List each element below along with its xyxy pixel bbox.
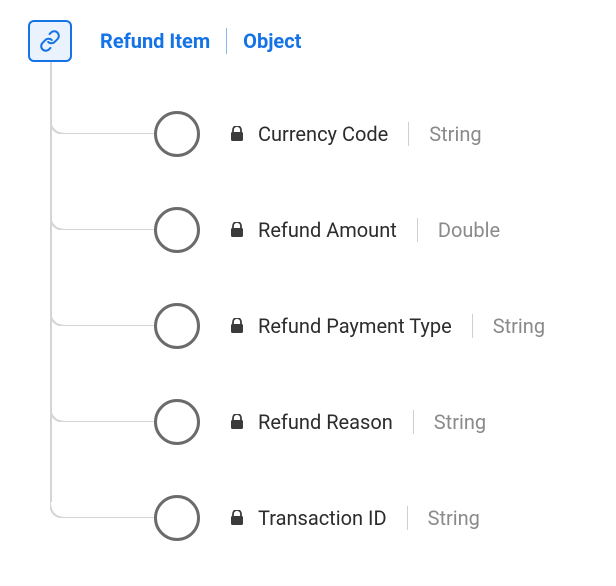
tree-body: Currency Code String Refund Amount Doubl… (28, 86, 596, 566)
root-label-group: Refund Item Object (100, 28, 301, 54)
lock-icon (228, 221, 246, 239)
field-type: String (434, 410, 486, 434)
field-row[interactable]: Refund Payment Type String (50, 278, 596, 374)
tree-connector (50, 276, 158, 326)
field-node-icon (154, 207, 200, 253)
field-row[interactable]: Currency Code String (50, 86, 596, 182)
separator (472, 314, 473, 338)
lock-icon (228, 125, 246, 143)
tree-connector (50, 468, 158, 518)
separator (407, 506, 408, 530)
field-content: Currency Code String (228, 122, 482, 146)
field-row[interactable]: Refund Reason String (50, 374, 596, 470)
field-type: String (428, 506, 480, 530)
field-name: Currency Code (258, 122, 388, 146)
schema-tree: Refund Item Object Currency Code String (0, 0, 616, 586)
root-name: Refund Item (100, 29, 210, 53)
lock-icon (228, 413, 246, 431)
lock-icon (228, 509, 246, 527)
field-name: Refund Payment Type (258, 314, 452, 338)
field-content: Refund Amount Double (228, 218, 500, 242)
root-type: Object (243, 29, 301, 53)
separator (408, 122, 409, 146)
field-node-icon (154, 111, 200, 157)
field-name: Refund Reason (258, 410, 393, 434)
separator (417, 218, 418, 242)
field-content: Transaction ID String (228, 506, 480, 530)
field-type: String (429, 122, 481, 146)
tree-connector (50, 84, 158, 134)
root-node[interactable]: Refund Item Object (28, 20, 596, 62)
field-content: Refund Reason String (228, 410, 486, 434)
field-node-icon (154, 495, 200, 541)
lock-icon (228, 317, 246, 335)
field-node-icon (154, 303, 200, 349)
field-row[interactable]: Refund Amount Double (50, 182, 596, 278)
field-content: Refund Payment Type String (228, 314, 545, 338)
tree-connector (50, 372, 158, 422)
separator (413, 410, 414, 434)
separator (226, 28, 227, 54)
link-icon-box (28, 20, 72, 62)
field-type: String (493, 314, 545, 338)
field-node-icon (154, 399, 200, 445)
tree-connector (50, 180, 158, 230)
field-type: Double (438, 218, 500, 242)
field-row[interactable]: Transaction ID String (50, 470, 596, 566)
field-name: Refund Amount (258, 218, 397, 242)
link-icon (39, 30, 61, 52)
field-name: Transaction ID (258, 506, 387, 530)
